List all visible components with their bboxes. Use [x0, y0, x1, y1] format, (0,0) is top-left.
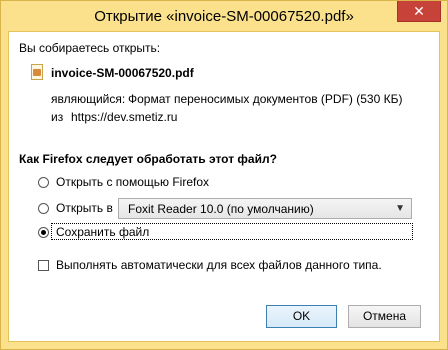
title-bar[interactable]: Открытие «invoice-SM-00067520.pdf» ✕: [1, 1, 447, 31]
save-file-radio[interactable]: [38, 227, 49, 238]
auto-action-checkbox[interactable]: [38, 260, 49, 271]
ok-button[interactable]: OK: [266, 305, 337, 328]
open-in-label[interactable]: Открыть в: [56, 201, 113, 215]
question-heading: Как Firefox следует обработать этот файл…: [19, 152, 277, 166]
window-title: Открытие «invoice-SM-00067520.pdf»: [94, 8, 354, 25]
auto-action-label[interactable]: Выполнять автоматически для всех файлов …: [56, 258, 382, 272]
file-type-value: Формат переносимых документов (PDF) (530…: [128, 92, 403, 106]
dialog-window: Открытие «invoice-SM-00067520.pdf» ✕ Вы …: [0, 0, 448, 350]
open-with-firefox-radio[interactable]: [38, 177, 49, 188]
close-button[interactable]: ✕: [397, 1, 441, 22]
cancel-button[interactable]: Отмена: [348, 305, 421, 328]
dialog-body: Вы собираетесь открыть: invoice-SM-00067…: [8, 31, 440, 342]
intro-text: Вы собираетесь открыть:: [19, 41, 161, 55]
application-select-value: Foxit Reader 10.0 (по умолчанию): [128, 202, 314, 216]
save-file-label[interactable]: Сохранить файл: [56, 225, 149, 239]
pdf-file-icon: [31, 64, 43, 80]
open-with-firefox-label[interactable]: Открыть с помощью Firefox: [56, 175, 209, 189]
open-in-radio[interactable]: [38, 203, 49, 214]
application-select[interactable]: Foxit Reader 10.0 (по умолчанию) ▼: [118, 198, 412, 219]
chevron-down-icon: ▼: [395, 203, 405, 214]
file-type-label: являющийся:: [51, 92, 126, 106]
file-source-value: https://dev.smetiz.ru: [71, 110, 178, 124]
file-name: invoice-SM-00067520.pdf: [51, 66, 194, 80]
file-source-label: из: [51, 110, 64, 124]
